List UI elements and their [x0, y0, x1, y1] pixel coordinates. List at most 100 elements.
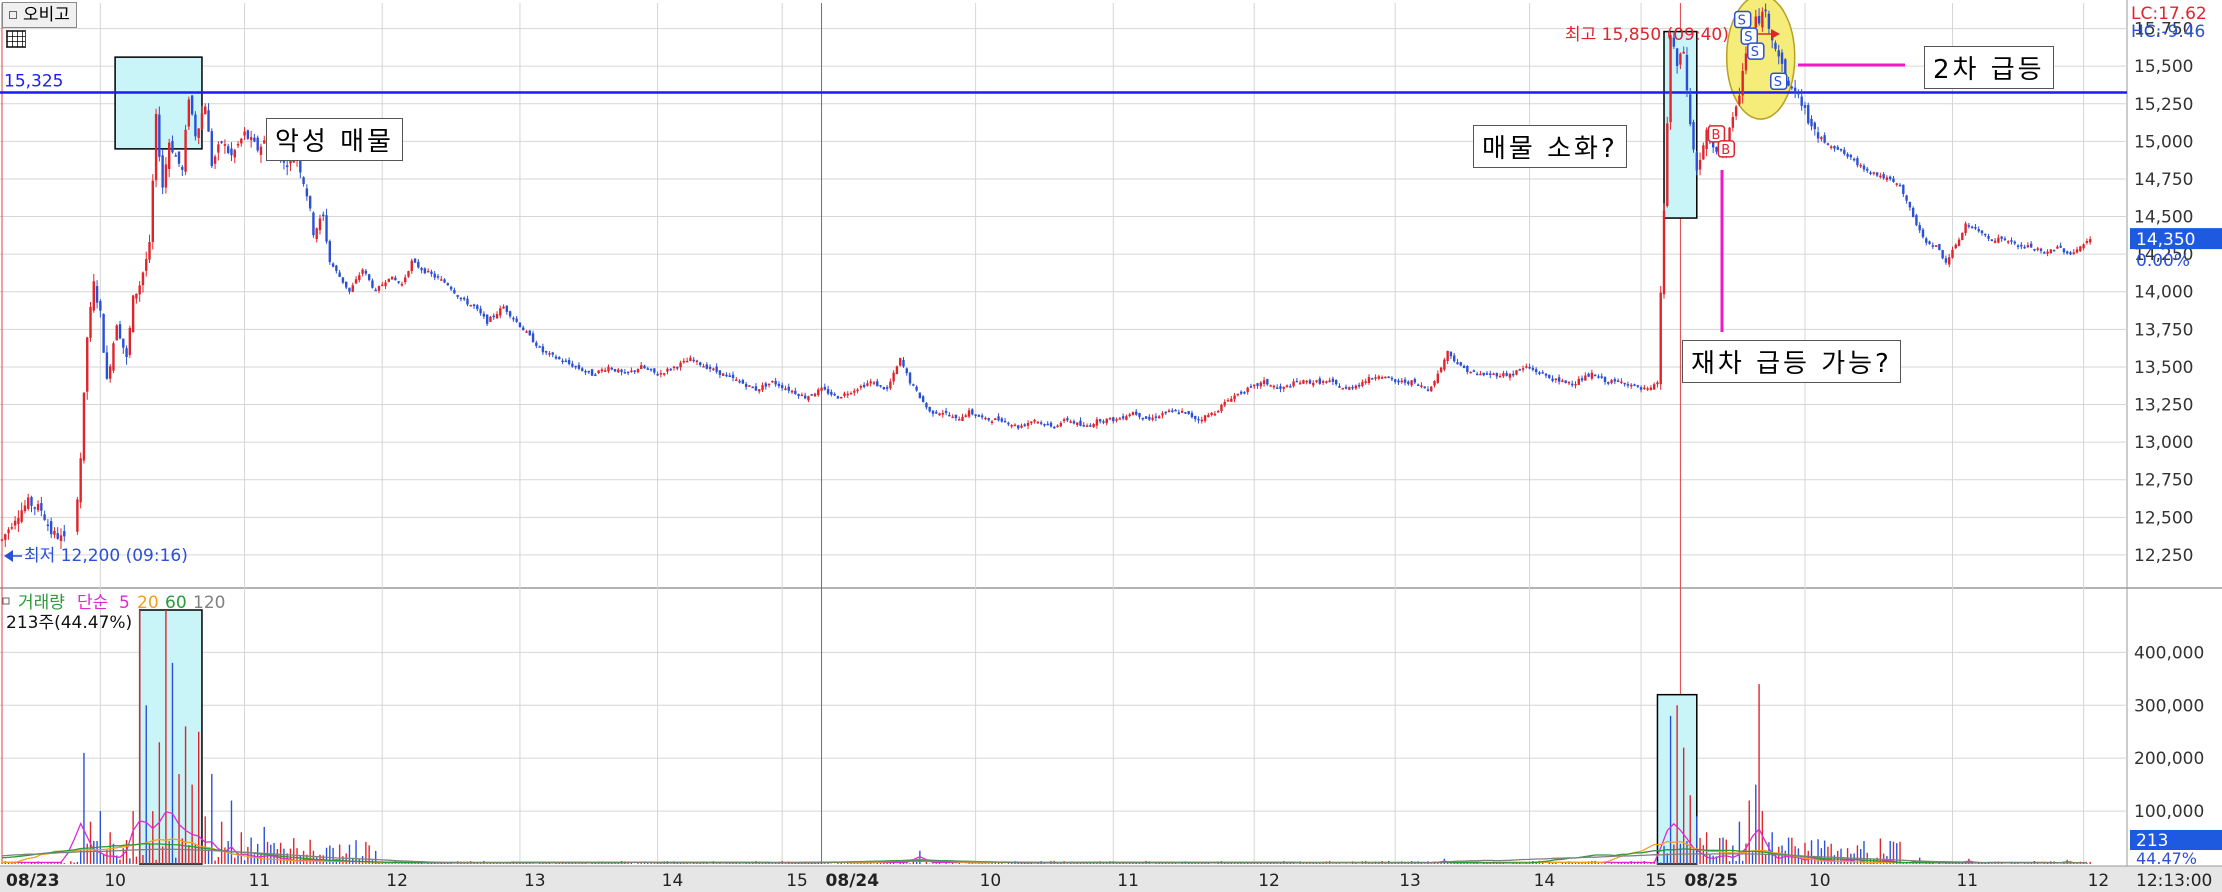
candle-body: [256, 137, 259, 151]
candle-body: [207, 110, 210, 132]
candle-body: [1823, 135, 1826, 143]
candle-body: [1121, 416, 1125, 419]
candle-body: [1164, 411, 1167, 414]
compare-checkbox-icon: [9, 11, 17, 19]
price-tick-label: 14,500: [2134, 208, 2193, 228]
candle-body: [1367, 377, 1371, 383]
candle-body: [125, 348, 128, 358]
candle-body: [1079, 420, 1082, 426]
sell-marker-label: S: [1751, 45, 1759, 60]
candle-body: [2016, 245, 2020, 247]
candle-body: [1423, 386, 1426, 389]
candle-body: [862, 384, 866, 387]
candle-body: [1289, 386, 1292, 388]
candle-body: [112, 343, 115, 371]
candle-body: [636, 369, 640, 373]
candle-body: [1630, 384, 1633, 387]
candle-body: [820, 387, 823, 391]
candle-body: [1915, 215, 1918, 226]
candle-body: [1587, 373, 1590, 377]
candle-body: [463, 297, 466, 300]
candle-body: [1961, 232, 1964, 241]
volume-tick-label: 400,000: [2134, 643, 2204, 663]
time-tick-label: 11: [1117, 871, 1139, 891]
candle-body: [1846, 153, 1849, 157]
candle-body: [1495, 373, 1499, 377]
candle-body: [95, 286, 99, 303]
candle-body: [676, 367, 679, 369]
volume-tick-label: 200,000: [2134, 749, 2204, 769]
candle-body: [1531, 367, 1535, 370]
candle-body: [1039, 422, 1043, 424]
candle-body: [1023, 424, 1026, 426]
candle-body: [1151, 417, 1154, 420]
candle-body: [141, 272, 145, 286]
candle-body: [859, 386, 863, 388]
candle-body: [741, 380, 745, 384]
candle-body: [1754, 16, 1757, 28]
candle-body: [1131, 412, 1135, 416]
candle-body: [1443, 359, 1446, 370]
candle-body: [554, 356, 558, 359]
candle-body: [892, 372, 895, 382]
candle-body: [1184, 412, 1187, 414]
candle-body: [685, 360, 689, 363]
candle-body: [1049, 422, 1053, 427]
candle-body: [46, 524, 50, 527]
candle-body: [1934, 245, 1938, 247]
candle-body: [220, 141, 223, 143]
candle-body: [1469, 371, 1472, 374]
candle-body: [649, 368, 653, 371]
candle-body: [1833, 146, 1836, 149]
candle-body: [610, 367, 613, 370]
volume-tick-label: 300,000: [2134, 696, 2204, 716]
candle-body: [1331, 378, 1335, 382]
grid-settings-icon[interactable]: [6, 30, 26, 48]
candle-body: [1731, 116, 1735, 128]
candle-body: [1056, 425, 1059, 428]
candle-body: [908, 372, 912, 384]
candle-body: [2003, 238, 2007, 241]
candle-body: [210, 131, 213, 167]
candle-body: [1925, 238, 1928, 243]
volume-legend-item: 60: [165, 593, 187, 613]
candle-body: [1918, 225, 1921, 231]
candle-body: [2072, 252, 2075, 254]
candle-body: [1810, 118, 1813, 127]
candle-body: [1574, 383, 1577, 386]
candle-body: [253, 137, 256, 142]
candle-body: [430, 271, 433, 274]
candle-body: [1521, 368, 1525, 370]
candle-body: [515, 318, 518, 322]
candle-body: [1741, 70, 1744, 96]
candle-body: [194, 114, 197, 137]
candle-body: [59, 535, 63, 542]
time-tick-label: 08/23: [6, 871, 60, 891]
candle-body: [2023, 246, 2026, 249]
candle-body: [2066, 251, 2069, 254]
candle-body: [315, 228, 318, 239]
high-marker-label: 최고 15,850 (09:40): [1565, 25, 1729, 45]
candle-body: [1787, 80, 1790, 86]
candle-body: [1980, 230, 1984, 234]
candle-body: [1679, 53, 1682, 65]
candle-body: [541, 346, 545, 353]
candle-body: [1839, 148, 1843, 151]
candle-body: [794, 390, 797, 394]
time-tick-label: 15: [786, 871, 808, 891]
candle-body: [1020, 425, 1023, 428]
candle-body: [1013, 424, 1017, 427]
candle-body: [1334, 380, 1338, 385]
candle-body: [1816, 132, 1820, 139]
candle-body: [1095, 419, 1099, 426]
candle-body: [846, 393, 849, 396]
candle-body: [338, 272, 341, 277]
compare-button[interactable]: 오비고: [2, 2, 77, 28]
time-tick-label: 08/25: [1684, 871, 1738, 891]
candle-body: [1774, 42, 1777, 49]
candle-body: [2039, 248, 2043, 252]
candle-body: [1082, 424, 1085, 427]
candle-body: [420, 267, 423, 271]
volume-current-info: 213주(44.47%): [6, 613, 132, 633]
candle-body: [449, 286, 453, 290]
